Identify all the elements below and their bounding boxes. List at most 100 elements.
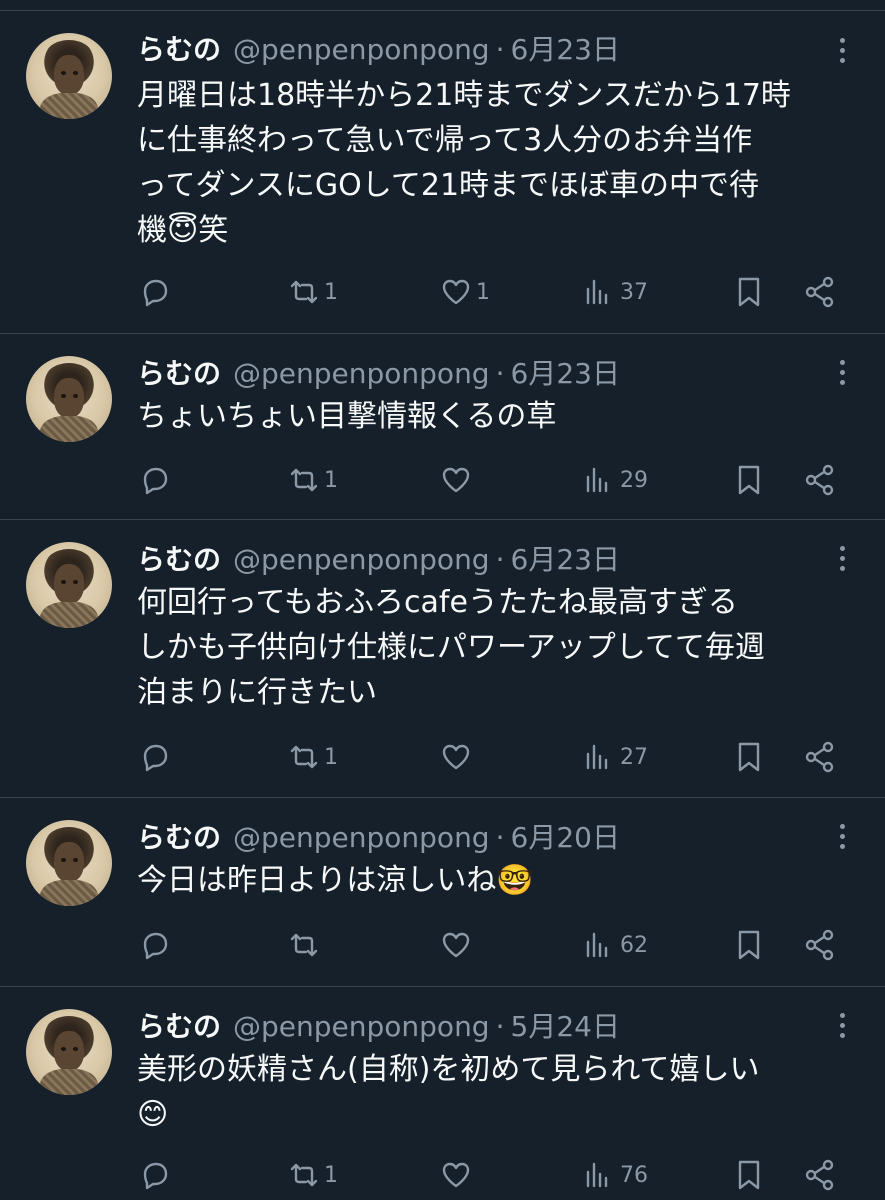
tweet[interactable]: らむの @penpenponpong · 6月23日 ちょいちょい目撃情報くるの…: [0, 334, 885, 520]
retweet-button[interactable]: 1: [286, 458, 338, 502]
views-button[interactable]: 62: [582, 923, 648, 967]
like-count: 1: [476, 279, 490, 305]
more-icon[interactable]: [830, 358, 854, 388]
reply-icon: [143, 744, 168, 772]
views-icon: [586, 279, 608, 305]
separator-dot: ·: [495, 33, 505, 66]
retweet-count: 1: [324, 279, 338, 305]
tweet-header: らむの @penpenponpong · 6月23日: [137, 28, 620, 68]
more-icon[interactable]: [830, 36, 854, 66]
reply-button[interactable]: [137, 1153, 175, 1197]
display-name[interactable]: らむの: [137, 1005, 221, 1045]
avatar[interactable]: [26, 356, 112, 442]
heart-icon: [442, 467, 470, 493]
reply-button[interactable]: [137, 923, 175, 967]
user-handle[interactable]: @penpenponpong: [233, 357, 490, 390]
share-button[interactable]: [802, 923, 838, 967]
display-name[interactable]: らむの: [137, 538, 221, 578]
tweet[interactable]: らむの @penpenponpong · 6月20日 今日は昨日よりは涼しいね🤓…: [0, 798, 885, 987]
user-handle[interactable]: @penpenponpong: [233, 1010, 490, 1043]
share-button[interactable]: [802, 270, 838, 314]
tweet-actions: 1 29: [0, 458, 885, 502]
reply-button[interactable]: [137, 270, 175, 314]
tweet-header: らむの @penpenponpong · 5月24日: [137, 1005, 620, 1045]
reply-button[interactable]: [137, 458, 175, 502]
heart-icon: [442, 744, 470, 770]
tweet-date[interactable]: 6月23日: [511, 28, 620, 68]
retweet-button[interactable]: 1: [286, 1153, 338, 1197]
avatar[interactable]: [26, 33, 112, 119]
like-button[interactable]: 1: [438, 270, 490, 314]
retweet-count: 1: [324, 744, 338, 770]
tweet[interactable]: らむの @penpenponpong · 5月24日 美形の妖精さん(自称)を初…: [0, 987, 885, 1200]
reply-button[interactable]: [137, 735, 175, 779]
bookmark-button[interactable]: [731, 270, 767, 314]
more-icon[interactable]: [830, 822, 854, 852]
like-button[interactable]: [438, 923, 476, 967]
views-button[interactable]: 27: [582, 735, 648, 779]
avatar[interactable]: [26, 820, 112, 906]
tweet-text: ちょいちょい目撃情報くるの草: [137, 399, 557, 434]
views-button[interactable]: 37: [582, 270, 648, 314]
separator-dot: ·: [495, 1010, 505, 1043]
tweet-actions: 1 76: [0, 1153, 885, 1197]
tweet[interactable]: らむの @penpenponpong · 6月23日 月曜日は18時半から21時…: [0, 0, 885, 334]
display-name[interactable]: らむの: [137, 28, 221, 68]
retweet-icon: [290, 468, 318, 492]
retweet-icon: [290, 1163, 318, 1187]
views-button[interactable]: 29: [582, 458, 648, 502]
display-name[interactable]: らむの: [137, 816, 221, 856]
tweet-date[interactable]: 6月23日: [511, 538, 620, 578]
retweet-button[interactable]: 1: [286, 735, 338, 779]
retweet-button[interactable]: [286, 923, 324, 967]
tweet-actions: 62: [0, 923, 885, 967]
like-button[interactable]: [438, 458, 476, 502]
share-icon: [805, 276, 834, 308]
heart-icon: [442, 932, 470, 958]
more-icon[interactable]: [830, 1011, 854, 1041]
bookmark-icon: [738, 277, 760, 307]
display-name[interactable]: らむの: [137, 352, 221, 392]
views-count: 27: [620, 744, 648, 770]
tweet-date[interactable]: 6月23日: [511, 352, 620, 392]
tweet-header: らむの @penpenponpong · 6月23日: [137, 352, 620, 392]
avatar[interactable]: [26, 542, 112, 628]
retweet-count: 1: [324, 1162, 338, 1188]
retweet-icon: [290, 280, 318, 304]
like-button[interactable]: [438, 735, 476, 779]
user-handle[interactable]: @penpenponpong: [233, 543, 490, 576]
bookmark-button[interactable]: [731, 1153, 767, 1197]
retweet-button[interactable]: 1: [286, 270, 338, 314]
bookmark-button[interactable]: [731, 458, 767, 502]
views-count: 29: [620, 467, 648, 493]
like-button[interactable]: [438, 1153, 476, 1197]
tweet-header: らむの @penpenponpong · 6月23日: [137, 538, 620, 578]
tweet-header: らむの @penpenponpong · 6月20日: [137, 816, 620, 856]
separator-dot: ·: [495, 821, 505, 854]
retweet-icon: [290, 933, 318, 957]
bookmark-icon: [738, 930, 760, 960]
share-icon: [805, 929, 834, 961]
views-icon: [586, 932, 608, 958]
bookmark-button[interactable]: [731, 735, 767, 779]
views-button[interactable]: 76: [582, 1153, 648, 1197]
tweet[interactable]: らむの @penpenponpong · 6月23日 何回行ってもおふろcafe…: [0, 520, 885, 798]
tweet-date[interactable]: 6月20日: [511, 816, 620, 856]
avatar[interactable]: [26, 1009, 112, 1095]
share-icon: [805, 464, 834, 496]
share-button[interactable]: [802, 735, 838, 779]
separator-dot: ·: [495, 543, 505, 576]
user-handle[interactable]: @penpenponpong: [233, 821, 490, 854]
views-icon: [586, 467, 608, 493]
share-icon: [805, 1159, 834, 1191]
more-icon[interactable]: [830, 544, 854, 574]
views-count: 76: [620, 1162, 648, 1188]
share-button[interactable]: [802, 458, 838, 502]
views-icon: [586, 1162, 608, 1188]
user-handle[interactable]: @penpenponpong: [233, 33, 490, 66]
tweet-date[interactable]: 5月24日: [511, 1005, 620, 1045]
bookmark-button[interactable]: [731, 923, 767, 967]
reply-icon: [143, 932, 168, 960]
share-button[interactable]: [802, 1153, 838, 1197]
separator-dot: ·: [495, 357, 505, 390]
